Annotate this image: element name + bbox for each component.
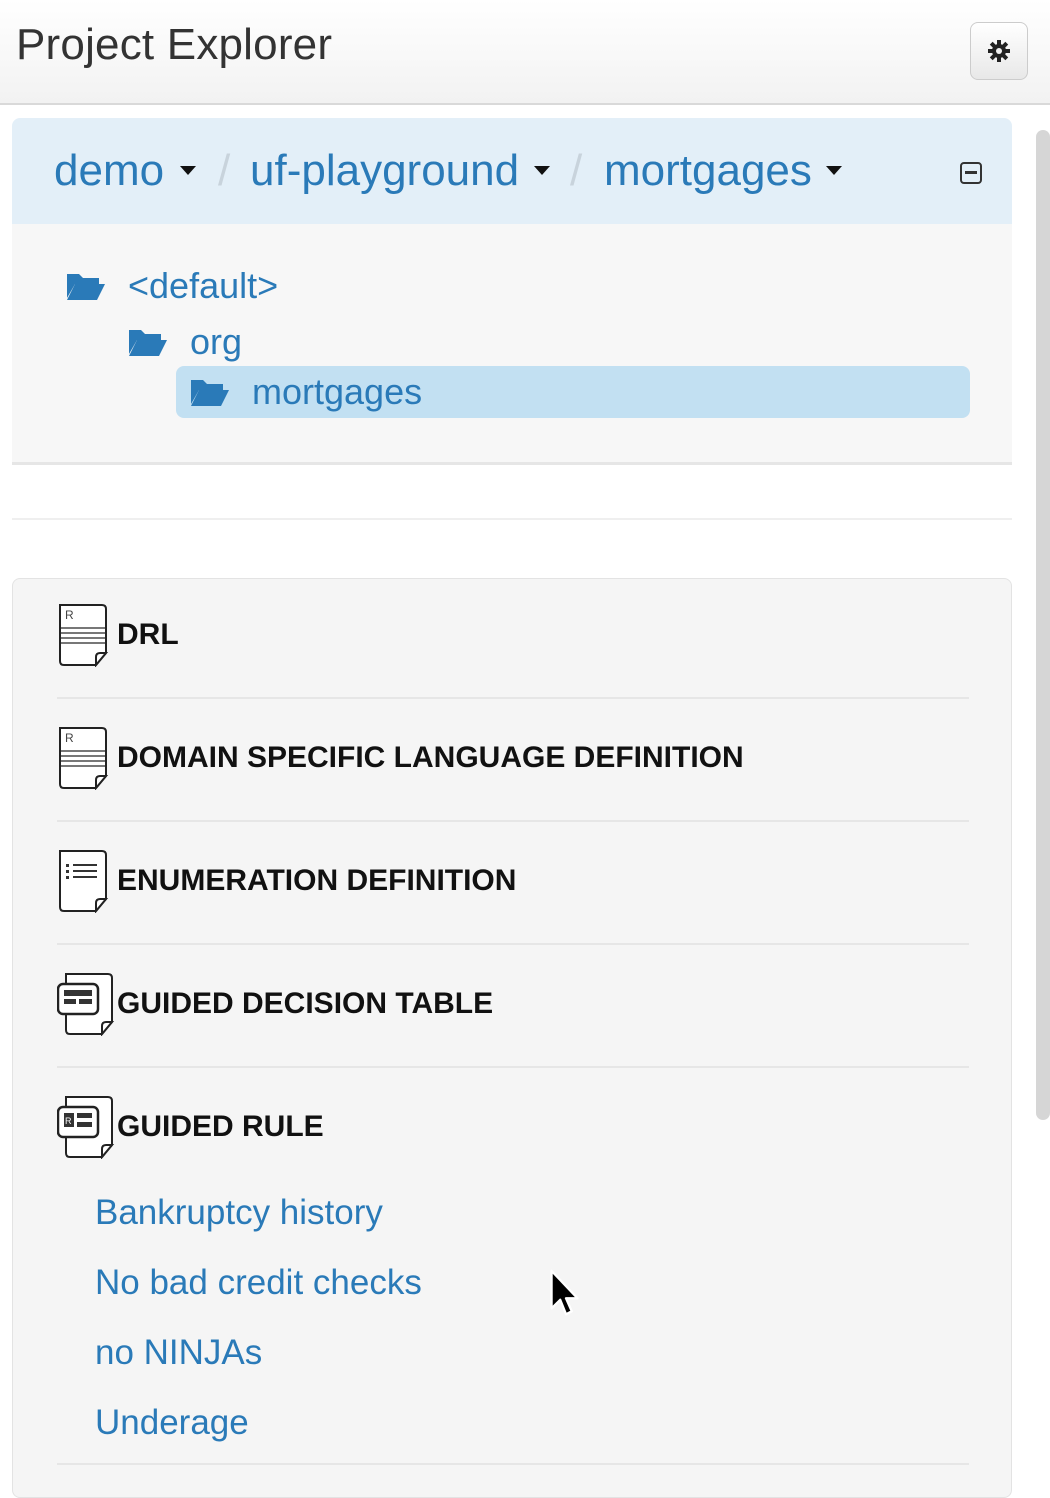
tree-item-org[interactable]: org xyxy=(128,316,242,368)
asset-section-enumeration: ENUMERATION DEFINITION xyxy=(57,849,969,945)
breadcrumb-separator: / xyxy=(570,146,583,195)
breadcrumb-project[interactable]: mortgages xyxy=(604,146,812,196)
breadcrumb-separator: / xyxy=(218,146,231,195)
section-label: ENUMERATION DEFINITION xyxy=(117,864,517,897)
folder-open-icon xyxy=(128,327,168,357)
collapse-icon[interactable] xyxy=(960,162,982,184)
asset-link[interactable]: no NINJAs xyxy=(95,1333,262,1373)
divider xyxy=(12,518,1012,520)
section-header[interactable]: R GUIDED RULE xyxy=(57,1095,324,1159)
chevron-down-icon[interactable] xyxy=(826,166,842,175)
breadcrumb-repository[interactable]: uf-playground xyxy=(250,146,519,196)
tree-item-label: org xyxy=(190,321,243,362)
drl-document-icon: R xyxy=(57,603,115,667)
asset-section-dsl: R DOMAIN SPECIFIC LANGUAGE DEFINITION xyxy=(57,726,969,822)
gear-icon xyxy=(988,40,1010,62)
section-header[interactable]: R DOMAIN SPECIFIC LANGUAGE DEFINITION xyxy=(57,726,744,790)
settings-button[interactable] xyxy=(970,22,1028,80)
section-label: DOMAIN SPECIFIC LANGUAGE DEFINITION xyxy=(117,741,744,774)
section-label: GUIDED RULE xyxy=(117,1110,324,1143)
tree-item-mortgages[interactable]: mortgages xyxy=(176,366,970,418)
package-tree: <default> org mortgages xyxy=(12,224,1012,465)
asset-link[interactable]: No bad credit checks xyxy=(95,1263,422,1303)
asset-section-drl: R DRL xyxy=(57,603,969,699)
asset-link[interactable]: Underage xyxy=(95,1403,249,1443)
svg-text:R: R xyxy=(65,1116,72,1126)
decision-table-document-icon xyxy=(57,972,115,1036)
tree-item-default[interactable]: <default> xyxy=(66,260,278,312)
mouse-cursor-icon xyxy=(550,1269,579,1316)
asset-section-decision-table: GUIDED DECISION TABLE xyxy=(57,972,969,1068)
guided-rule-document-icon: R xyxy=(57,1095,115,1159)
section-label: DRL xyxy=(117,618,179,651)
svg-text:R: R xyxy=(65,731,74,745)
chevron-down-icon[interactable] xyxy=(534,166,550,175)
panel-title: Project Explorer xyxy=(16,20,333,69)
chevron-down-icon[interactable] xyxy=(180,166,196,175)
section-header[interactable]: R DRL xyxy=(57,603,179,667)
section-label: GUIDED DECISION TABLE xyxy=(117,987,494,1020)
asset-link[interactable]: Bankruptcy history xyxy=(95,1193,383,1233)
folder-open-icon xyxy=(190,377,230,407)
tree-item-label: <default> xyxy=(128,265,279,306)
breadcrumb: demo / uf-playground / mortgages xyxy=(12,118,1012,224)
folder-open-icon xyxy=(66,271,106,301)
scrollbar[interactable] xyxy=(1036,130,1050,1120)
enumeration-document-icon xyxy=(57,849,115,913)
section-header[interactable]: GUIDED DECISION TABLE xyxy=(57,972,493,1036)
tree-item-label: mortgages xyxy=(252,371,423,412)
dsl-document-icon: R xyxy=(57,726,115,790)
svg-text:R: R xyxy=(65,608,74,622)
panel-header: Project Explorer xyxy=(0,0,1050,105)
breadcrumb-organizational-unit[interactable]: demo xyxy=(54,146,164,196)
asset-list: R DRL R DOMAIN SPECIFIC LANGUAGE DEFINIT… xyxy=(12,578,1012,1498)
asset-section-guided-rule: R GUIDED RULE Bankruptcy history No bad … xyxy=(57,1095,969,1465)
section-header[interactable]: ENUMERATION DEFINITION xyxy=(57,849,516,913)
